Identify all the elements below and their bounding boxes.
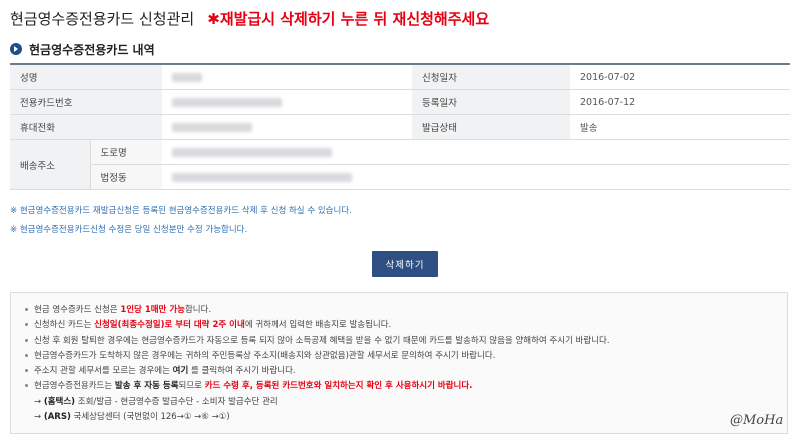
reissue-warning: ✱재발급시 삭제하기 누른 뒤 재신청해주세요 [207, 10, 490, 28]
circle-arrow-icon [10, 43, 22, 55]
bullet-dot [25, 384, 28, 388]
guide-text: 신청하신 카드는 [34, 320, 95, 331]
guide-bold: 발송 후 자동 등록 [114, 381, 179, 392]
page-title: 현금영수증전용카드 신청관리 [10, 10, 195, 28]
guide-bold: (ARS) [43, 412, 71, 423]
list-item: 현금영수증카드가 도착하지 않은 경우에는 귀하의 주민등록상 주소지(배송지와… [25, 349, 610, 364]
road-address-value [162, 139, 791, 165]
road-address-label: 도로명 [89, 139, 163, 165]
guide-text: 에 귀하께서 입력한 배송지로 발송됩니다. [244, 320, 392, 331]
bullet-dot [25, 338, 28, 342]
status-value: 발송 [570, 114, 791, 140]
guide-text: 를 클릭하여 주시기 바랍니다. [188, 366, 296, 377]
name-label: 성명 [10, 64, 163, 90]
list-item: 신청 후 회원 탈퇴한 경우에는 현금영수증카드가 자동으로 등록 되지 않아 … [25, 334, 610, 349]
list-item: 현금 영수증카드 신청은 1인당 1매만 가능합니다. [25, 303, 610, 318]
guide-text: → [34, 412, 44, 423]
guide-text: 현금 영수증카드 신청은 [34, 305, 121, 315]
guide-highlight: 신청일(최종수정일)로 부터 대략 2주 이내 [94, 320, 245, 331]
guide-bold: (홈택스) [43, 396, 76, 407]
guide-highlight: 카드 수령 후, 등록된 카드번호와 일치하는지 확인 후 사용하시기 바랍니다… [204, 381, 473, 392]
guide-text: 조회/발급 - 현금영수증 발급수단 - 소비자 발급수단 관리 [75, 396, 278, 407]
edit-note: ※ 현금영수증전용카드신청 수정은 당일 신청분만 수정 가능합니다. [10, 225, 248, 235]
bullet-dot [25, 308, 28, 311]
page-header: 현금영수증전용카드 신청관리 ✱재발급시 삭제하기 누른 뒤 재신청해주세요 [10, 8, 489, 32]
table-row: 성명 신청일자 2016-07-02 [10, 64, 791, 90]
guide-text: 합니다. [184, 305, 212, 315]
card-info-table: 성명 신청일자 2016-07-02 전용카드번호 등록일자 2016-07-1… [10, 63, 791, 190]
lot-address-label: 법정동 [89, 164, 163, 190]
tax-office-link[interactable]: 여기 [173, 366, 189, 376]
table-row: 법정동 [10, 164, 791, 190]
name-value [162, 64, 413, 90]
table-row: 전용카드번호 등록일자 2016-07-12 [10, 89, 791, 115]
guide-text: 주소지 관할 세무서를 모르는 경우에는 [34, 366, 173, 377]
guide-text: 현금영수증카드가 도착하지 않은 경우에는 귀하의 주민등록상 주소지(배송지와… [34, 350, 496, 361]
card-number-label: 전용카드번호 [10, 89, 163, 115]
status-label: 발급상태 [412, 114, 571, 140]
list-item: 주소지 관할 세무서를 모르는 경우에는 여기 를 클릭하여 주시기 바랍니다. [25, 364, 610, 379]
guide-text: → [34, 396, 44, 407]
section-title: 현금영수증전용카드 내역 [29, 42, 155, 57]
phone-value [162, 114, 413, 140]
guide-box: 현금 영수증카드 신청은 1인당 1매만 가능합니다. 신청하신 카드는 신청일… [10, 292, 788, 434]
card-number-value [162, 89, 413, 115]
list-item: → (ARS) 국세상담센터 (국번없이 126→① →⑥ →①) [25, 410, 610, 425]
delete-button[interactable]: 삭제하기 [372, 251, 438, 277]
guide-list: 현금 영수증카드 신청은 1인당 1매만 가능합니다. 신청하신 카드는 신청일… [25, 303, 610, 425]
list-item: 신청하신 카드는 신청일(최종수정일)로 부터 대략 2주 이내에 귀하께서 입… [25, 318, 610, 333]
bullet-dot [25, 353, 28, 357]
guide-text: 현금영수증전용카드는 [34, 381, 115, 392]
guide-text: 되므로 [178, 381, 205, 392]
table-row: 휴대전화 발급상태 발송 [10, 114, 791, 140]
bullet-dot [25, 323, 28, 327]
phone-label: 휴대전화 [10, 114, 163, 140]
reg-date-label: 등록일자 [412, 89, 571, 115]
bullet-dot [25, 369, 28, 373]
section-header: 현금영수증전용카드 내역 [10, 40, 155, 58]
guide-text: 신청 후 회원 탈퇴한 경우에는 현금영수증카드가 자동으로 등록 되지 않아 … [34, 335, 610, 346]
apply-date-value: 2016-07-02 [570, 64, 791, 90]
guide-highlight: 1인당 1매만 가능 [120, 305, 185, 315]
reg-date-value: 2016-07-12 [570, 89, 791, 115]
list-item: → (홈택스) 조회/발급 - 현금영수증 발급수단 - 소비자 발급수단 관리 [25, 395, 610, 410]
address-label: 배송주소 [10, 139, 90, 190]
list-item: 현금영수증전용카드는 발송 후 자동 등록되므로 카드 수령 후, 등록된 카드… [25, 379, 610, 394]
reissue-note: ※ 현금영수증전용카드 재발급신청은 등록된 현금영수증전용카드 삭제 후 신청… [10, 206, 352, 216]
watermark: @MoHa [730, 413, 784, 428]
apply-date-label: 신청일자 [412, 64, 571, 90]
table-row: 배송주소 도로명 [10, 139, 791, 190]
guide-text: 국세상담센터 (국번없이 126→① →⑥ →①) [70, 412, 230, 423]
lot-address-value [162, 164, 791, 190]
